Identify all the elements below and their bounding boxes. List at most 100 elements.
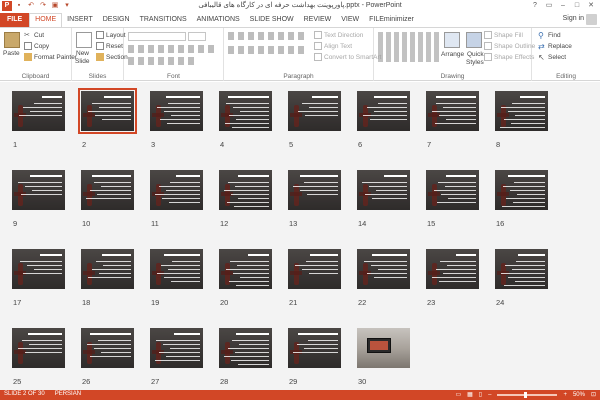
slide-text-line <box>232 340 269 341</box>
slide-thumbnail[interactable] <box>150 170 203 210</box>
effects-icon <box>484 53 492 61</box>
zoom-in-icon[interactable]: + <box>563 392 567 398</box>
minimize-button[interactable]: – <box>556 0 570 12</box>
slide-number: 28 <box>220 377 229 386</box>
close-button[interactable]: ✕ <box>584 0 598 12</box>
new-slide-button[interactable]: New <box>76 50 89 57</box>
tab-animations[interactable]: ANIMATIONS <box>192 13 245 27</box>
slide-thumbnail[interactable] <box>426 91 479 131</box>
slide-thumbnail[interactable] <box>288 249 341 289</box>
slide-thumbnail[interactable] <box>12 91 65 131</box>
slide-thumbnail[interactable] <box>81 170 134 210</box>
new-slide-icon[interactable] <box>76 32 92 48</box>
zoom-slider[interactable] <box>497 391 558 398</box>
slide-thumbnail[interactable] <box>495 170 548 210</box>
font-name-select[interactable] <box>128 32 186 41</box>
quick-styles-button[interactable]: Quick <box>467 51 484 58</box>
normal-view-icon[interactable]: ▭ <box>455 391 461 398</box>
slide-thumbnail[interactable] <box>150 91 203 131</box>
font-label: Font <box>166 73 180 80</box>
help-icon[interactable]: ? <box>528 0 542 12</box>
text-direction-button[interactable]: Text Direction <box>314 31 363 39</box>
find-button[interactable]: ⚲ Find <box>538 31 561 40</box>
avatar[interactable] <box>586 14 597 25</box>
slide-thumbnail[interactable] <box>357 91 410 131</box>
ribbon-display-icon[interactable]: ▭ <box>542 0 556 12</box>
zoom-slider-knob[interactable] <box>524 391 528 398</box>
tab-slide-show[interactable]: SLIDE SHOW <box>245 13 299 27</box>
font-effects-buttons[interactable] <box>128 57 198 65</box>
font-format-buttons[interactable] <box>128 45 218 53</box>
convert-smartart-button[interactable]: Convert to SmartArt <box>314 53 381 61</box>
align-buttons[interactable] <box>228 46 308 54</box>
paste-button[interactable]: Paste <box>3 50 20 57</box>
sorter-view-icon[interactable]: ▦ <box>467 391 473 398</box>
format-painter-button[interactable]: Format Painter <box>24 53 77 61</box>
slides-group: New Slide Layout Reset Section Slides <box>72 28 128 81</box>
slide-thumbnail[interactable] <box>357 170 410 210</box>
zoom-level[interactable]: 50% <box>573 392 585 398</box>
slide-thumbnail[interactable] <box>288 91 341 131</box>
cut-button[interactable]: ✂ Cut <box>24 31 44 40</box>
quick-styles-icon[interactable] <box>466 32 482 48</box>
replace-button[interactable]: ⇄ Replace <box>538 42 572 51</box>
copy-button[interactable]: Copy <box>24 42 49 50</box>
paste-icon[interactable] <box>4 32 20 48</box>
tab-home[interactable]: HOME <box>29 13 63 27</box>
shape-fill-button[interactable]: Shape Fill <box>484 31 523 39</box>
slide-thumbnail[interactable] <box>288 328 341 368</box>
select-button[interactable]: ↖ Select <box>538 53 566 62</box>
reading-view-icon[interactable]: ▯ <box>479 391 482 398</box>
zoom-out-icon[interactable]: – <box>488 392 491 398</box>
slide-thumbnail[interactable] <box>12 249 65 289</box>
slide-text-line <box>92 103 131 104</box>
slide-thumbnail[interactable] <box>12 170 65 210</box>
slide-text-line <box>224 356 269 357</box>
arrange-button[interactable]: Arrange <box>441 51 464 58</box>
slide-thumbnail[interactable] <box>495 249 548 289</box>
slide-text-line <box>504 285 545 286</box>
sign-in-link[interactable]: Sign in <box>563 15 584 22</box>
arrange-icon[interactable] <box>444 32 460 48</box>
slide-thumbnail[interactable] <box>219 170 272 210</box>
slide-text-line <box>159 352 200 353</box>
shape-outline-button[interactable]: Shape Outline <box>484 42 535 50</box>
tab-transitions[interactable]: TRANSITIONS <box>135 13 192 27</box>
new-slide-label[interactable]: Slide <box>75 58 89 65</box>
fit-slide-icon[interactable]: ⊡ <box>591 391 596 398</box>
layout-button[interactable]: Layout <box>96 31 126 39</box>
maximize-button[interactable]: □ <box>570 0 584 12</box>
slide-thumbnail[interactable] <box>150 249 203 289</box>
tab-review[interactable]: REVIEW <box>299 13 337 27</box>
slide-thumbnail[interactable] <box>495 91 548 131</box>
tab-insert[interactable]: INSERT <box>62 13 98 27</box>
slide-thumbnail[interactable] <box>78 88 137 134</box>
slide-text-line <box>94 348 131 349</box>
list-buttons[interactable] <box>228 32 308 40</box>
slide-thumbnail[interactable] <box>357 249 410 289</box>
tab-design[interactable]: DESIGN <box>98 13 135 27</box>
slide-title-line <box>310 254 338 256</box>
slide-thumbnail[interactable] <box>219 249 272 289</box>
font-size-select[interactable] <box>188 32 206 41</box>
language-indicator[interactable]: PERSIAN <box>55 391 81 397</box>
slide-thumbnail[interactable] <box>81 328 134 368</box>
tab-view[interactable]: VIEW <box>336 13 364 27</box>
section-button[interactable]: Section <box>96 53 128 61</box>
slide-thumbnail[interactable] <box>357 328 410 368</box>
slide-thumbnail[interactable] <box>81 249 134 289</box>
slide-thumbnail[interactable] <box>12 328 65 368</box>
tab-fileminimizer[interactable]: FILEminimizer <box>364 13 419 27</box>
slide-thumbnail[interactable] <box>288 170 341 210</box>
reset-button[interactable]: Reset <box>96 42 123 50</box>
slide-thumbnail[interactable] <box>426 170 479 210</box>
tab-file[interactable]: FILE <box>0 13 30 27</box>
slide-thumbnail[interactable] <box>426 249 479 289</box>
slide-thumbnail[interactable] <box>150 328 203 368</box>
quick-styles-label[interactable]: Styles <box>466 59 484 66</box>
slide-thumbnail[interactable] <box>219 328 272 368</box>
shapes-gallery[interactable] <box>378 32 440 62</box>
slide-thumbnail[interactable] <box>219 91 272 131</box>
shape-effects-button[interactable]: Shape Effects <box>484 53 534 61</box>
align-text-button[interactable]: Align Text <box>314 42 352 50</box>
